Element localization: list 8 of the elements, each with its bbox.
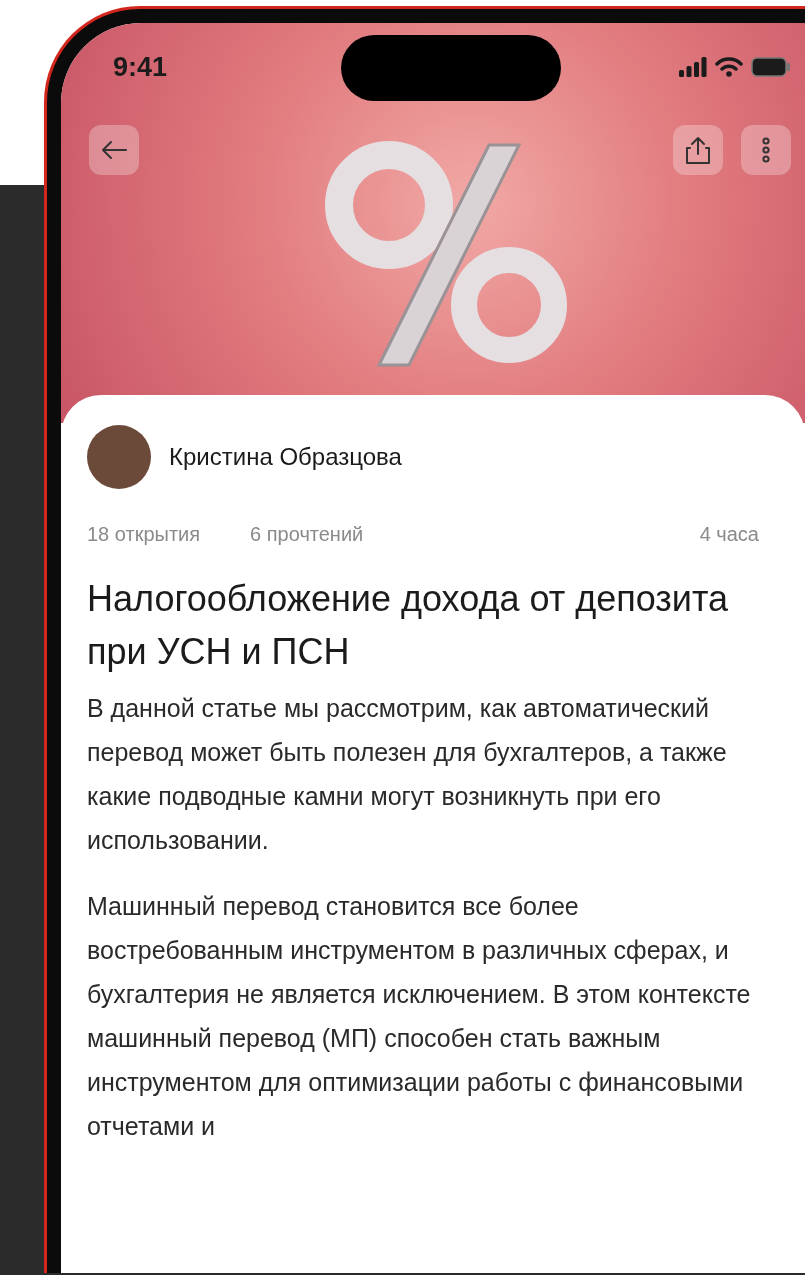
reads-count: 6 прочтений xyxy=(250,523,364,546)
author-name[interactable]: Кристина Образцова xyxy=(169,443,402,471)
opens-count: 18 открытия xyxy=(87,523,201,546)
status-time: 9:41 xyxy=(113,51,168,83)
article-title: Налогообложение дохода от депозита при УСН и ПСН xyxy=(87,577,730,674)
post-age: 4 часа xyxy=(699,523,759,546)
article-paragraph: В данной статье мы рассмотрим, как автоматический перевод может быть полезен для бухгалтеров, а также какие подводные камни могут возникнуть при его использовании. xyxy=(87,693,728,856)
article-paragraph: Машинный перевод становится все более востребованным инструментом в различных сферах, и бухгалтерия не является исключением. В этом контексте машинный перевод (МП) способен стать важным инструментом для оптимизации работы с финансовыми отчетами и xyxy=(87,891,752,1142)
